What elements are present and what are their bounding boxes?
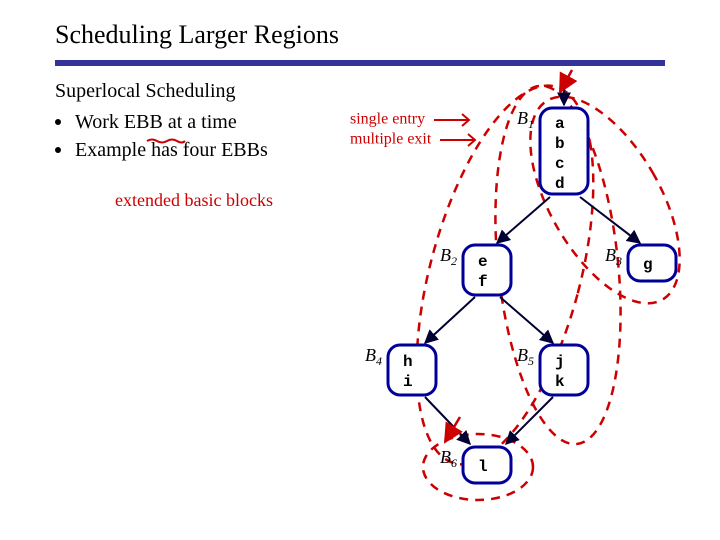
block-b6: B6 l — [440, 447, 511, 483]
block-sub: 6 — [451, 456, 457, 470]
block-label: B — [605, 245, 616, 265]
cfg-edge — [580, 197, 640, 243]
svg-text:B1: B1 — [517, 108, 534, 131]
block-label: B — [440, 245, 451, 265]
red-arrow-icon — [560, 70, 572, 92]
block-label: B — [517, 108, 528, 128]
block-sub: 3 — [615, 254, 622, 268]
block-b3: B3 g — [605, 245, 676, 281]
cfg-edge — [425, 297, 475, 343]
block-sub: 2 — [451, 254, 457, 268]
cfg-edge — [500, 297, 553, 343]
svg-text:B4: B4 — [365, 345, 382, 368]
code-line: a — [555, 115, 565, 133]
svg-text:B3: B3 — [605, 245, 622, 268]
svg-text:B5: B5 — [517, 345, 534, 368]
code-line: h — [403, 353, 413, 371]
block-label: B — [440, 447, 451, 467]
ebb-ellipse — [500, 73, 710, 327]
code-line: f — [478, 273, 488, 291]
code-line: i — [403, 373, 413, 391]
code-line: j — [555, 353, 565, 371]
cfg-edge — [497, 197, 550, 243]
block-b2: B2 e f — [440, 245, 511, 295]
block-label: B — [517, 345, 528, 365]
block-b1: B1 a b c d — [517, 108, 588, 194]
code-line: b — [555, 135, 565, 153]
svg-text:B2: B2 — [440, 245, 457, 268]
block-b4: B4 h i — [365, 345, 436, 395]
svg-text:B6: B6 — [440, 447, 457, 470]
code-line: e — [478, 253, 488, 271]
code-line: g — [643, 256, 653, 274]
block-sub: 5 — [528, 354, 534, 368]
block-label: B — [365, 345, 376, 365]
code-line: d — [555, 175, 565, 193]
cfg-edge — [506, 397, 553, 444]
code-line: l — [478, 458, 488, 476]
code-line: k — [555, 373, 565, 391]
block-sub: 4 — [376, 354, 382, 368]
block-sub: 1 — [528, 117, 534, 131]
code-line: c — [555, 155, 565, 173]
slide: Scheduling Larger Regions Superlocal Sch… — [0, 0, 720, 540]
cfg-diagram: B1 a b c d B2 e f B3 g B4 h i — [0, 0, 720, 540]
block-b5: B5 j k — [517, 345, 588, 395]
